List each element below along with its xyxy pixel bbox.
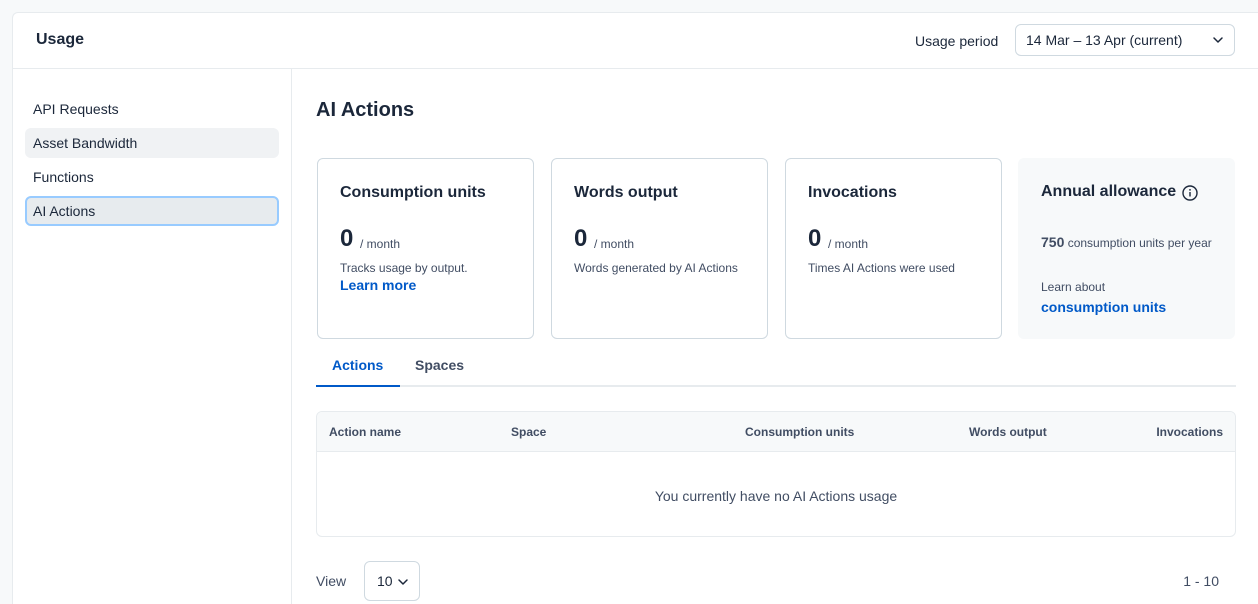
chevron-down-icon — [398, 579, 408, 585]
column-header[interactable]: Invocations — [1156, 425, 1223, 439]
card-title: Annual allowance — [1041, 183, 1177, 200]
card-description: Times AI Actions were used — [808, 261, 955, 275]
consumption-units-link[interactable]: consumption units — [1041, 299, 1166, 315]
card-value: 0 — [808, 225, 822, 252]
allowance-unit: consumption units per year — [1067, 236, 1212, 250]
sidebar-item-functions[interactable]: Functions — [25, 162, 279, 192]
info-icon[interactable] — [1182, 185, 1198, 201]
annual-allowance-card: Annual allowance 750 consumption units p… — [1018, 158, 1235, 339]
section-title: AI Actions — [316, 99, 415, 121]
usage-period-label: Usage period — [915, 33, 999, 49]
sidebar-item-label: Asset Bandwidth — [33, 135, 138, 151]
allowance-text: 750 consumption units per year — [1041, 232, 1221, 253]
invocations-card: Invocations 0 / month Times AI Actions w… — [785, 158, 1002, 339]
usage-period-value: 14 Mar – 13 Apr (current) — [1026, 32, 1183, 48]
sidebar-item-label: API Requests — [33, 101, 119, 117]
actions-table: Action name Space Consumption units Word… — [316, 411, 1236, 537]
card-unit: / month — [360, 237, 401, 251]
card-description: Tracks usage by output. — [340, 261, 468, 275]
sidebar-item-asset-bandwidth[interactable]: Asset Bandwidth — [25, 128, 279, 158]
card-unit: / month — [594, 237, 635, 251]
chevron-down-icon — [1213, 37, 1223, 43]
page-title: Usage — [36, 31, 85, 48]
header: Usage Usage period 14 Mar – 13 Apr (curr… — [13, 13, 1258, 69]
sidebar-item-ai-actions[interactable]: AI Actions — [25, 196, 279, 226]
column-header[interactable]: Words output — [969, 425, 1047, 439]
usage-panel: Usage Usage period 14 Mar – 13 Apr (curr… — [12, 12, 1258, 604]
pagination-range: 1 - 10 — [1183, 573, 1219, 589]
column-header[interactable]: Consumption units — [745, 425, 854, 439]
card-title: Words output — [574, 184, 678, 201]
active-tab-indicator — [316, 385, 400, 387]
sidebar-item-api-requests[interactable]: API Requests — [25, 94, 279, 124]
column-header[interactable]: Space — [511, 425, 546, 439]
tab-spaces[interactable]: Spaces — [415, 357, 464, 373]
empty-state-message: You currently have no AI Actions usage — [654, 488, 898, 504]
card-value: 0 — [574, 225, 588, 252]
allowance-amount: 750 — [1041, 234, 1065, 250]
card-title: Consumption units — [340, 184, 486, 201]
page-size-value: 10 — [377, 573, 393, 589]
card-value: 0 — [340, 225, 354, 252]
sidebar: API Requests Asset Bandwidth Functions A… — [13, 69, 292, 604]
sidebar-item-label: AI Actions — [33, 203, 96, 219]
consumption-units-card: Consumption units 0 / month Tracks usage… — [317, 158, 534, 339]
learn-about-text: Learn about — [1041, 280, 1106, 294]
column-header[interactable]: Action name — [329, 425, 401, 439]
sidebar-item-label: Functions — [33, 169, 94, 185]
learn-more-link[interactable]: Learn more — [340, 277, 416, 293]
usage-period-select[interactable]: 14 Mar – 13 Apr (current) — [1015, 24, 1235, 56]
words-output-card: Words output 0 / month Words generated b… — [551, 158, 768, 339]
card-unit: / month — [828, 237, 869, 251]
tab-actions[interactable]: Actions — [332, 357, 383, 373]
page-size-select[interactable]: 10 — [364, 561, 420, 601]
tabs: Actions Spaces — [316, 345, 1236, 387]
table-header: Action name Space Consumption units Word… — [317, 412, 1235, 452]
card-description: Words generated by AI Actions — [574, 261, 738, 275]
card-title: Invocations — [808, 184, 897, 201]
view-label: View — [316, 573, 347, 589]
